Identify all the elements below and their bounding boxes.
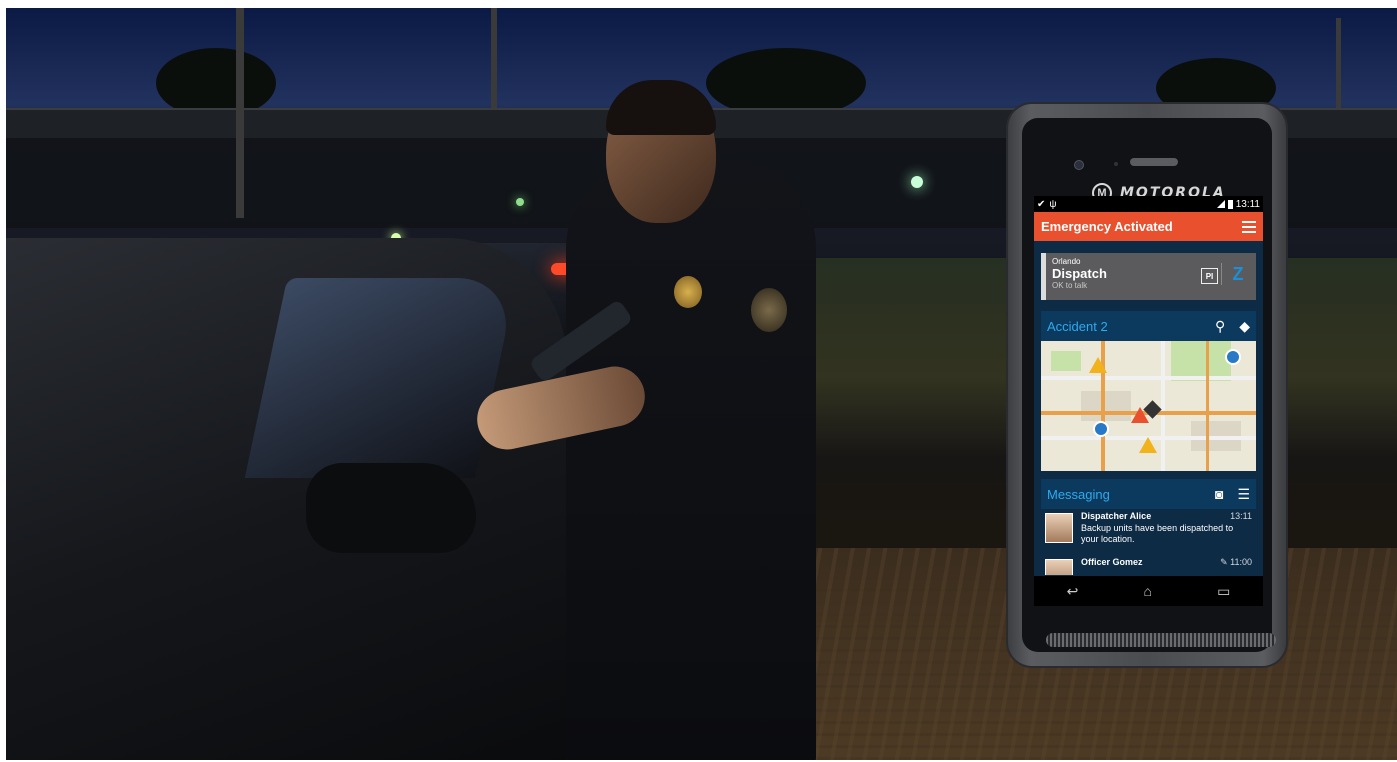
check-icon: ✔ <box>1037 198 1046 210</box>
message-time-value: 11:00 <box>1230 557 1252 567</box>
pi-button[interactable]: PI <box>1201 268 1218 284</box>
battery-icon <box>1227 199 1233 209</box>
status-bar: ✔ ψ 13:11 <box>1034 196 1263 212</box>
street-light <box>911 176 923 188</box>
emergency-bar[interactable]: Emergency Activated <box>1034 212 1263 241</box>
street-pole <box>491 8 497 108</box>
message-item[interactable]: Dispatcher Alice 13:11 Backup units have… <box>1041 509 1256 555</box>
badge-icon <box>674 276 702 308</box>
message-time: 13:11 <box>1230 511 1252 521</box>
map-park <box>1171 341 1231 381</box>
shoulder-patch-icon <box>751 288 787 332</box>
earpiece <box>1130 158 1178 166</box>
z-icon[interactable]: Z <box>1221 263 1248 285</box>
hazard-icon[interactable] <box>1139 437 1157 453</box>
side-mirror <box>306 463 476 553</box>
incident-title[interactable]: Accident 2 <box>1047 319 1108 334</box>
front-camera-icon <box>1074 160 1084 170</box>
street-pole <box>236 8 244 218</box>
message-from: Officer Gomez <box>1081 557 1143 567</box>
messaging-header: Messaging ◙ ☰ <box>1041 479 1256 509</box>
home-icon[interactable]: ⌂ <box>1144 583 1152 599</box>
police-officer <box>566 158 816 760</box>
message-from: Dispatcher Alice <box>1081 511 1152 521</box>
unit-icon[interactable] <box>1225 349 1241 365</box>
message-time: ✎ 11:00 <box>1220 557 1252 568</box>
directions-icon[interactable]: ◆ <box>1239 318 1250 335</box>
message-item[interactable]: Officer Gomez ✎ 11:00 <box>1041 555 1256 575</box>
emergency-title: Emergency Activated <box>1041 219 1173 234</box>
status-time: 13:11 <box>1235 198 1260 210</box>
speaker-grille <box>1046 633 1276 647</box>
map-road <box>1041 376 1256 380</box>
map-road <box>1161 341 1165 471</box>
map-park <box>1051 351 1081 371</box>
new-message-icon[interactable]: ☰ <box>1237 486 1250 503</box>
street-pole <box>1336 18 1341 108</box>
map-block <box>1081 391 1131 421</box>
hazard-icon[interactable] <box>1089 357 1107 373</box>
search-icon[interactable]: ⚲ <box>1215 318 1225 335</box>
usb-icon: ψ <box>1049 198 1057 210</box>
camera-add-icon[interactable]: ◙ <box>1215 486 1223 502</box>
menu-icon[interactable] <box>1242 220 1256 233</box>
avatar <box>1045 559 1073 575</box>
android-nav-bar: ↩ ⌂ ▭ <box>1034 576 1263 606</box>
message-text: Backup units have been dispatched to you… <box>1081 523 1234 544</box>
sensor-icon <box>1114 162 1118 166</box>
car-window <box>244 278 518 478</box>
back-icon[interactable]: ↩ <box>1067 583 1079 600</box>
recents-icon[interactable]: ▭ <box>1217 583 1230 600</box>
avatar <box>1045 513 1073 543</box>
incident-header: Accident 2 ⚲ ◆ <box>1041 311 1256 341</box>
phone-screen: ✔ ψ 13:11 Emergency Activated Orlando Di… <box>1034 196 1263 606</box>
map-major-road <box>1206 341 1209 471</box>
street-light <box>516 198 524 206</box>
messaging-title[interactable]: Messaging <box>1047 487 1110 502</box>
attachment-icon: ✎ <box>1220 557 1231 567</box>
accident-icon[interactable] <box>1131 407 1149 423</box>
message-list: Dispatcher Alice 13:11 Backup units have… <box>1041 509 1256 575</box>
signal-icon <box>1216 200 1225 208</box>
channel-card[interactable]: Orlando Dispatch OK to talk PI Z <box>1041 253 1256 300</box>
unit-icon[interactable] <box>1093 421 1109 437</box>
incident-map[interactable] <box>1041 341 1256 471</box>
